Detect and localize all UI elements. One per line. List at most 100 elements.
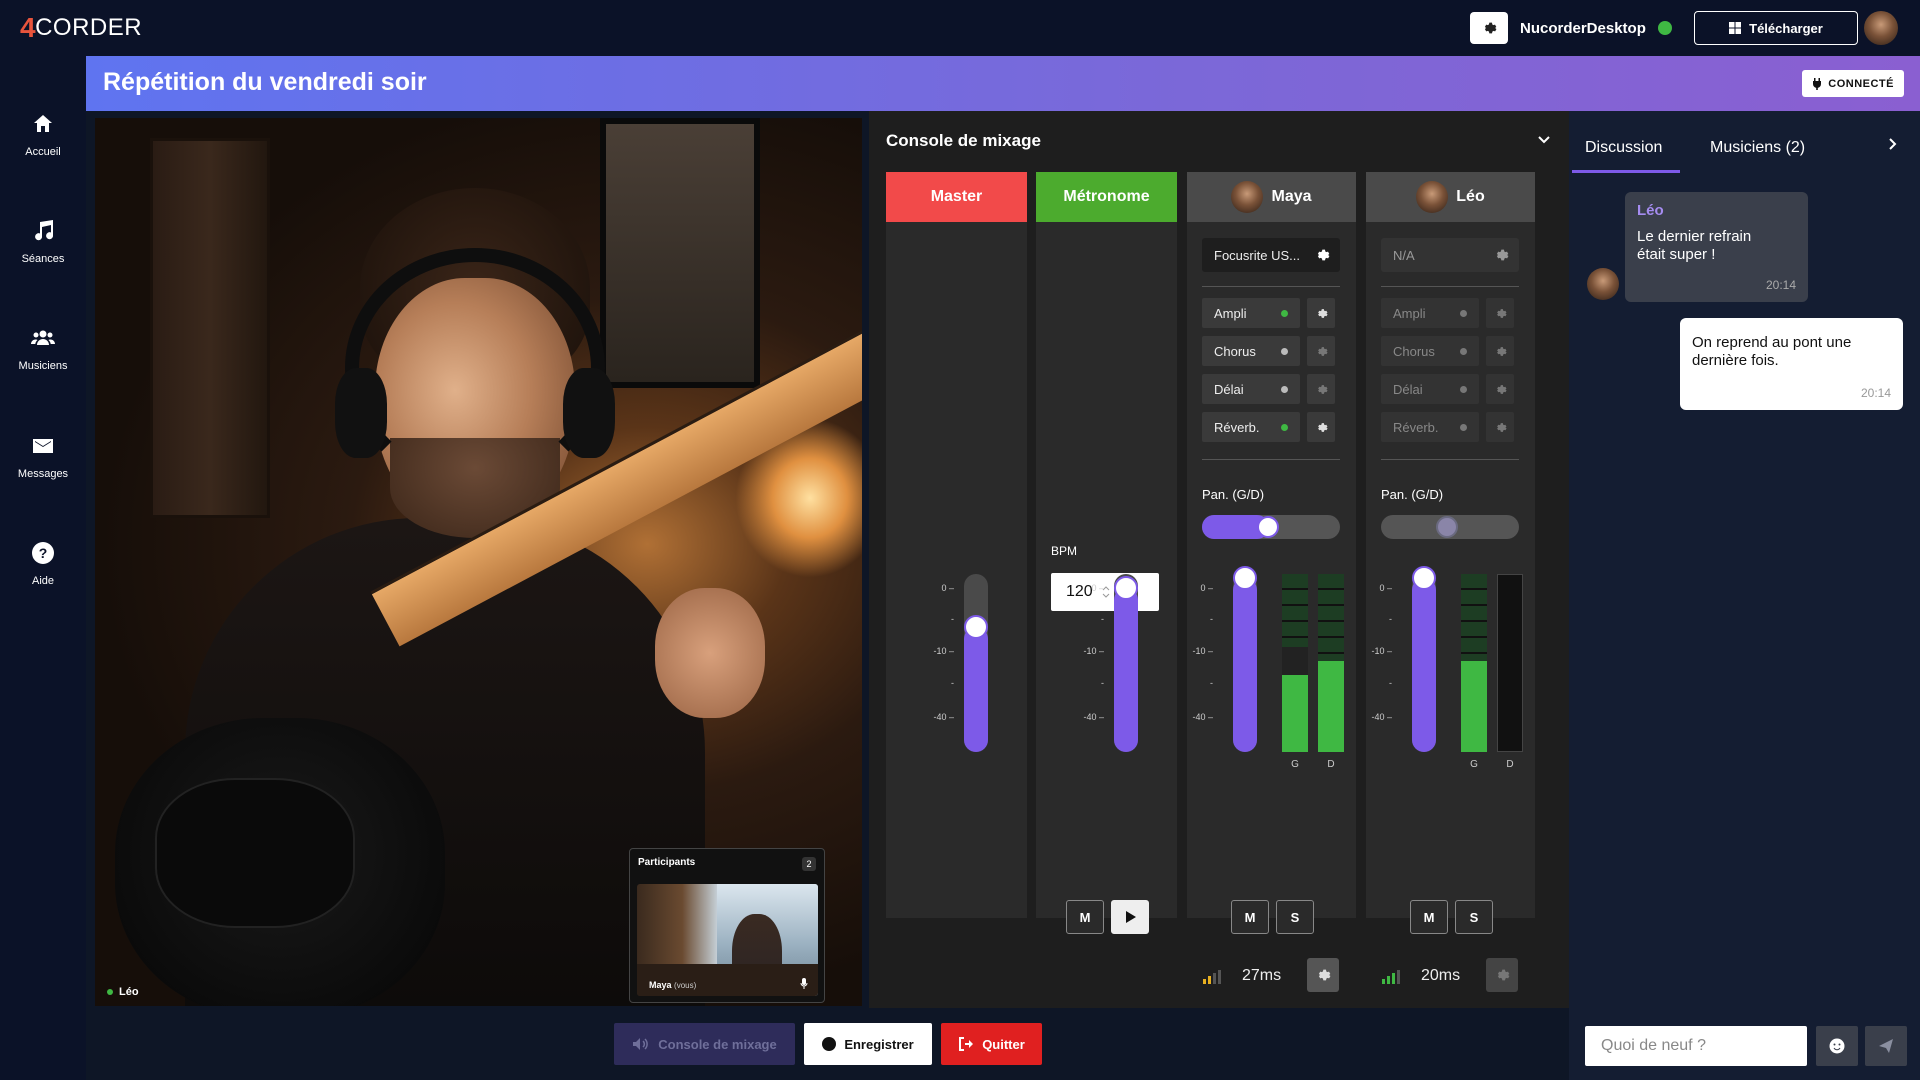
maya-solo-button[interactable]: S [1276,900,1314,934]
maya-volume-fader[interactable] [1233,565,1257,752]
maya-mute-button[interactable]: M [1231,900,1269,934]
effect-settings-button[interactable] [1307,374,1335,404]
self-video-thumbnail[interactable]: Maya (vous) [637,884,818,996]
effect-toggle[interactable]: Réverb. [1381,412,1479,442]
master-fader[interactable] [964,574,988,752]
effect-settings-button[interactable] [1486,336,1514,366]
channel-maya: Maya Focusrite US... Ampli Chorus Délai Rév… [1187,172,1356,992]
emoji-button[interactable] [1816,1026,1858,1066]
effect-status-dot [1460,386,1467,393]
music-note-icon [35,220,54,241]
fader-handle[interactable] [1233,565,1257,590]
meter-segment [1282,590,1308,606]
meter-segment [1461,638,1487,654]
sidebar-item-seances[interactable]: Séances [0,219,86,265]
fader-fill [1412,577,1436,752]
pan-handle[interactable] [1257,516,1280,538]
online-status-dot [1657,21,1672,35]
gear-icon [1317,346,1328,356]
gear-icon[interactable] [1493,247,1509,263]
record-button[interactable]: Enregistrer [804,1023,932,1065]
mixer-toggle-button[interactable]: Console de mixage [614,1023,795,1065]
bpm-input[interactable]: 120 [1051,573,1159,611]
effect-settings-button[interactable] [1307,412,1335,442]
leo-volume-fader[interactable] [1412,565,1436,752]
svg-text:?: ? [39,545,48,561]
tab-musicians[interactable]: Musiciens (2) [1710,139,1805,157]
tab-discussion[interactable]: Discussion [1585,139,1662,157]
mute-label: M [1244,909,1256,925]
meter-segment [1318,606,1344,622]
emoji-icon [1829,1038,1845,1054]
self-name: Maya [649,980,672,990]
scale-tick-label: -40 – [933,712,954,722]
effect-settings-button[interactable] [1486,374,1514,404]
sidebar-item-label: Aide [31,575,55,587]
participants-panel[interactable]: Participants 2 Maya (vous) [629,848,825,1003]
effect-settings-button[interactable] [1307,336,1335,366]
leo-latency-settings-button[interactable] [1486,958,1518,992]
gear-icon [1496,308,1507,318]
app-logo[interactable]: 4 CORDER [20,12,142,43]
fader-fill [1233,577,1257,752]
effect-toggle[interactable]: Délai [1381,374,1479,404]
fader-handle[interactable] [1412,565,1436,590]
meter-segment [1461,606,1487,622]
effect-toggle[interactable]: Ampli [1202,298,1300,328]
chevron-down-icon[interactable] [1537,133,1551,147]
send-button[interactable] [1865,1026,1907,1066]
message-time: 20:14 [1860,386,1891,400]
desktop-settings-button[interactable] [1470,12,1508,44]
effect-settings-button[interactable] [1486,298,1514,328]
leo-mute-button[interactable]: M [1410,900,1448,934]
effect-toggle[interactable]: Chorus [1202,336,1300,366]
meter-segment [1318,574,1344,590]
effect-toggle[interactable]: Délai [1202,374,1300,404]
scale-tick-label: 0 – [1200,583,1213,593]
maya-pan-slider[interactable] [1202,515,1340,539]
effect-toggle[interactable]: Ampli [1381,298,1479,328]
metronome-mute-button[interactable]: M [1066,900,1104,934]
user-avatar[interactable] [1864,11,1898,45]
connection-status-label: CONNECTÉ [1828,77,1894,90]
quit-button[interactable]: Quitter [941,1023,1042,1065]
pan-handle[interactable] [1436,516,1459,538]
maya-avatar [1231,181,1264,213]
effect-settings-button[interactable] [1307,298,1335,328]
windows-icon [1729,22,1742,34]
effect-toggle[interactable]: Chorus [1381,336,1479,366]
message-author-avatar [1587,268,1619,300]
message-text: On reprend au pont une dernière fois. [1692,334,1852,369]
maya-device-select[interactable]: Focusrite US... [1202,238,1340,272]
effect-toggle[interactable]: Réverb. [1202,412,1300,442]
effect-status-dot [1281,310,1288,317]
metronome-fader[interactable] [1114,574,1138,752]
gear-icon[interactable] [1314,247,1330,263]
leo-pan-slider[interactable] [1381,515,1519,539]
effect-status-dot [1281,424,1288,431]
maya-latency-settings-button[interactable] [1307,958,1339,992]
scale-tick-label: - [951,678,954,688]
self-tag: (vous) [674,981,697,990]
effect-settings-button[interactable] [1486,412,1514,442]
chevron-right-icon[interactable] [1886,137,1900,151]
sidebar-item-musiciens[interactable]: Musiciens [0,326,86,372]
maya-meter-left [1282,574,1308,752]
meter-segment [1318,622,1344,638]
download-button[interactable]: Télécharger [1694,11,1858,45]
metronome-play-button[interactable] [1111,900,1149,934]
meter-level [1461,661,1487,752]
send-icon [1879,1039,1893,1053]
signal-bars-icon [1382,970,1400,984]
separator [1381,286,1519,287]
sidebar-item-accueil[interactable]: Accueil [0,112,86,158]
chat-message-input[interactable]: Quoi de neuf ? [1585,1026,1807,1066]
leo-solo-button[interactable]: S [1455,900,1493,934]
quit-label: Quitter [982,1036,1025,1052]
sidebar-item-messages[interactable]: Messages [0,434,86,480]
effect-label: Ampli [1214,305,1247,321]
self-label: Maya (vous) [649,980,696,990]
sidebar-item-aide[interactable]: ? Aide [0,541,86,587]
meter-left-label: G [1291,759,1299,770]
leo-device-select[interactable]: N/A [1381,238,1519,272]
